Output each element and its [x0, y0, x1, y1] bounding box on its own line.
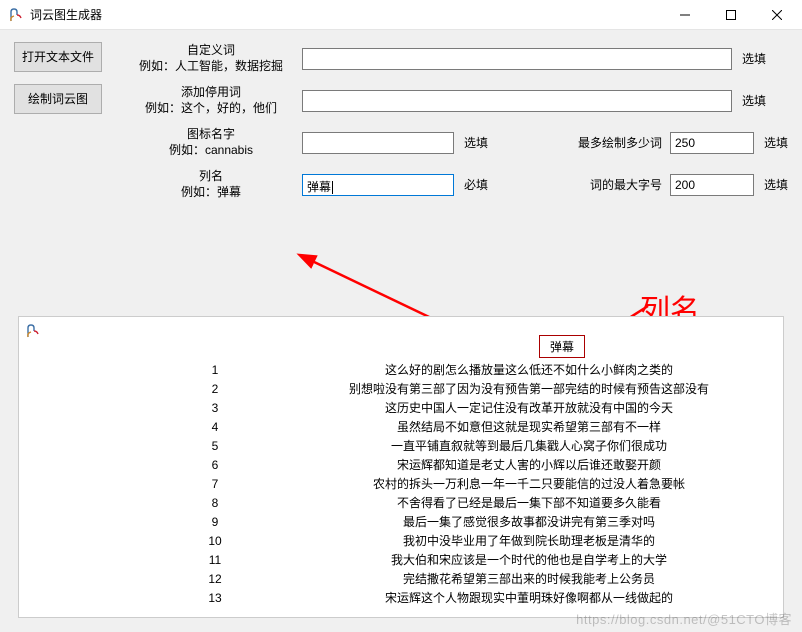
max-font-input[interactable]	[670, 174, 754, 196]
text-caret	[332, 181, 333, 194]
column-name-input[interactable]: 弹幕	[302, 174, 454, 196]
icon-name-label: 图标名字 例如：cannabis	[120, 126, 302, 158]
column-name-hint: 必填	[464, 176, 488, 193]
row-index: 3	[195, 399, 235, 418]
preview-column-header: 弹幕	[539, 335, 585, 358]
table-row: 4 虽然结局不如意但这就是现实希望第三部有不一样	[19, 418, 783, 437]
draw-cloud-button[interactable]: 绘制词云图	[14, 84, 102, 114]
row-text: 不舍得看了已经是最后一集下部不知道要多久能看	[279, 494, 779, 513]
custom-words-hint: 选填	[742, 50, 766, 67]
stop-words-input[interactable]	[302, 90, 732, 112]
row-text: 虽然结局不如意但这就是现实希望第三部有不一样	[279, 418, 779, 437]
maximize-button[interactable]	[708, 0, 754, 30]
row-text: 这么好的剧怎么播放量这么低还不如什么小鲜肉之类的	[279, 361, 779, 380]
table-row: 5 一直平铺直叙就等到最后几集戳人心窝子你们很成功	[19, 437, 783, 456]
icon-name-input[interactable]	[302, 132, 454, 154]
row-text: 农村的拆头一万利息一年一千二只要能信的过没人着急要帐	[279, 475, 779, 494]
table-row: 6 宋运辉都知道是老丈人害的小辉以后谁还敢娶开颜	[19, 456, 783, 475]
row-index: 1	[195, 361, 235, 380]
window-title: 词云图生成器	[30, 6, 102, 23]
minimize-button[interactable]	[662, 0, 708, 30]
app-icon	[8, 7, 24, 23]
table-row: 10 我初中没毕业用了年做到院长助理老板是清华的	[19, 532, 783, 551]
table-row: 2 别想啦没有第三部了因为没有预告第一部完结的时候有预告这部没有	[19, 380, 783, 399]
table-row: 11 我大伯和宋应该是一个时代的他也是自学考上的大学	[19, 551, 783, 570]
max-font-hint: 选填	[764, 176, 788, 193]
row-index: 4	[195, 418, 235, 437]
preview-panel: 弹幕 1 这么好的剧怎么播放量这么低还不如什么小鲜肉之类的 2 别想啦没有第三部了因为…	[18, 316, 784, 618]
table-row: 8 不舍得看了已经是最后一集下部不知道要多久能看	[19, 494, 783, 513]
max-words-label: 最多绘制多少词	[578, 134, 662, 151]
row-index: 8	[195, 494, 235, 513]
row-index: 11	[195, 551, 235, 570]
open-file-button[interactable]: 打开文本文件	[14, 42, 102, 72]
row-index: 6	[195, 456, 235, 475]
row-text: 一直平铺直叙就等到最后几集戳人心窝子你们很成功	[279, 437, 779, 456]
table-row: 3 这历史中国人一定记住没有改革开放就没有中国的今天	[19, 399, 783, 418]
table-row: 7 农村的拆头一万利息一年一千二只要能信的过没人着急要帐	[19, 475, 783, 494]
row-index: 2	[195, 380, 235, 399]
row-text: 完结撒花希望第三部出来的时候我能考上公务员	[279, 570, 779, 589]
row-text: 最后一集了感觉很多故事都没讲完有第三季对吗	[279, 513, 779, 532]
table-row: 13 宋运辉这个人物跟现实中董明珠好像啊都从一线做起的	[19, 589, 783, 608]
row-index: 13	[195, 589, 235, 608]
table-row: 9 最后一集了感觉很多故事都没讲完有第三季对吗	[19, 513, 783, 532]
row-index: 10	[195, 532, 235, 551]
custom-words-label: 自定义词 例如：人工智能，数据挖掘	[120, 42, 302, 74]
custom-words-input[interactable]	[302, 48, 732, 70]
row-text: 宋运辉这个人物跟现实中董明珠好像啊都从一线做起的	[279, 589, 779, 608]
row-text: 别想啦没有第三部了因为没有预告第一部完结的时候有预告这部没有	[279, 380, 779, 399]
row-text: 我初中没毕业用了年做到院长助理老板是清华的	[279, 532, 779, 551]
close-button[interactable]	[754, 0, 800, 30]
stop-words-hint: 选填	[742, 92, 766, 109]
client-area: 打开文本文件 自定义词 例如：人工智能，数据挖掘 选填 绘制词云图 添加停用词 …	[0, 30, 802, 632]
row-index: 12	[195, 570, 235, 589]
titlebar: 词云图生成器	[0, 0, 802, 30]
row-index: 7	[195, 475, 235, 494]
row-index: 5	[195, 437, 235, 456]
column-name-label: 列名 例如：弹幕	[120, 168, 302, 200]
icon-name-hint: 选填	[464, 134, 488, 151]
max-font-label: 词的最大字号	[590, 176, 662, 193]
max-words-input[interactable]	[670, 132, 754, 154]
row-text: 我大伯和宋应该是一个时代的他也是自学考上的大学	[279, 551, 779, 570]
stop-words-label: 添加停用词 例如：这个，好的，他们	[120, 84, 302, 116]
row-text: 宋运辉都知道是老丈人害的小辉以后谁还敢娶开颜	[279, 456, 779, 475]
max-words-hint: 选填	[764, 134, 788, 151]
row-text: 这历史中国人一定记住没有改革开放就没有中国的今天	[279, 399, 779, 418]
row-index: 9	[195, 513, 235, 532]
table-row: 1 这么好的剧怎么播放量这么低还不如什么小鲜肉之类的	[19, 361, 783, 380]
table-row: 12 完结撒花希望第三部出来的时候我能考上公务员	[19, 570, 783, 589]
